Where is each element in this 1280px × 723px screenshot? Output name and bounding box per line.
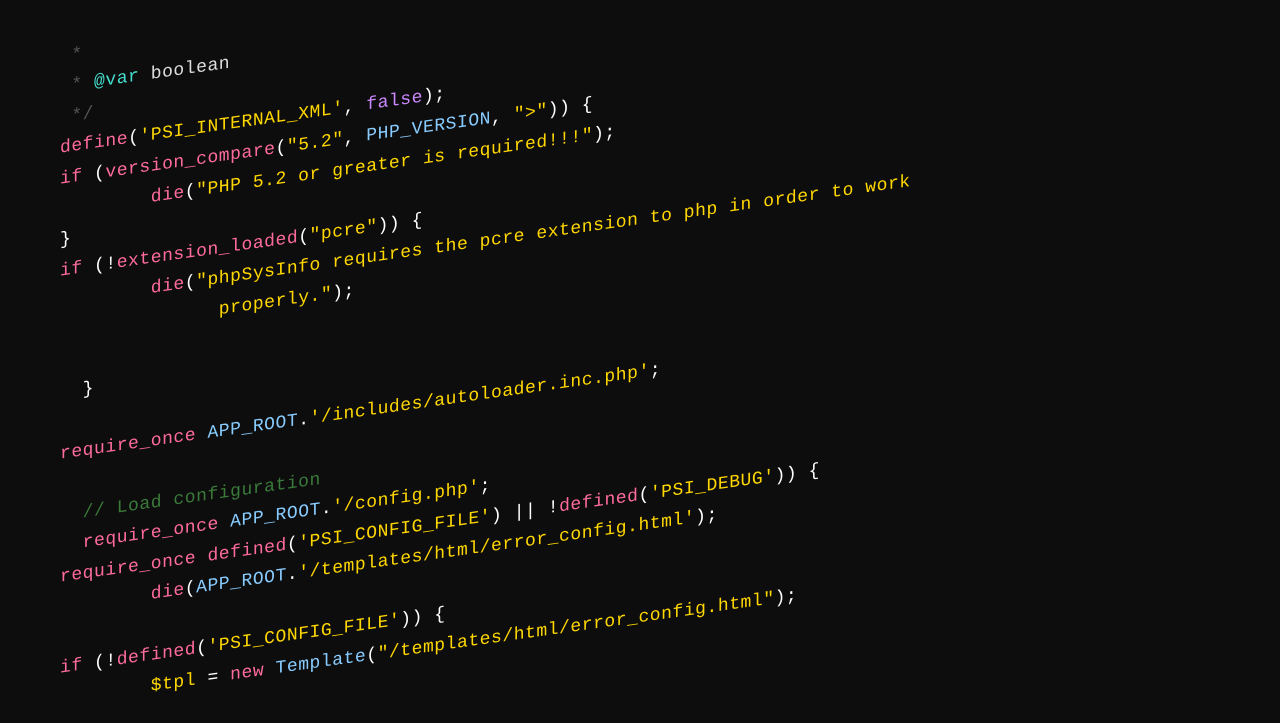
code-pre: * exter... * * @var boolean */ define('P… — [60, 0, 1260, 723]
code-editor: * exter... * * @var boolean */ define('P… — [0, 0, 1280, 723]
code-content: * exter... * * @var boolean */ define('P… — [0, 0, 1280, 723]
